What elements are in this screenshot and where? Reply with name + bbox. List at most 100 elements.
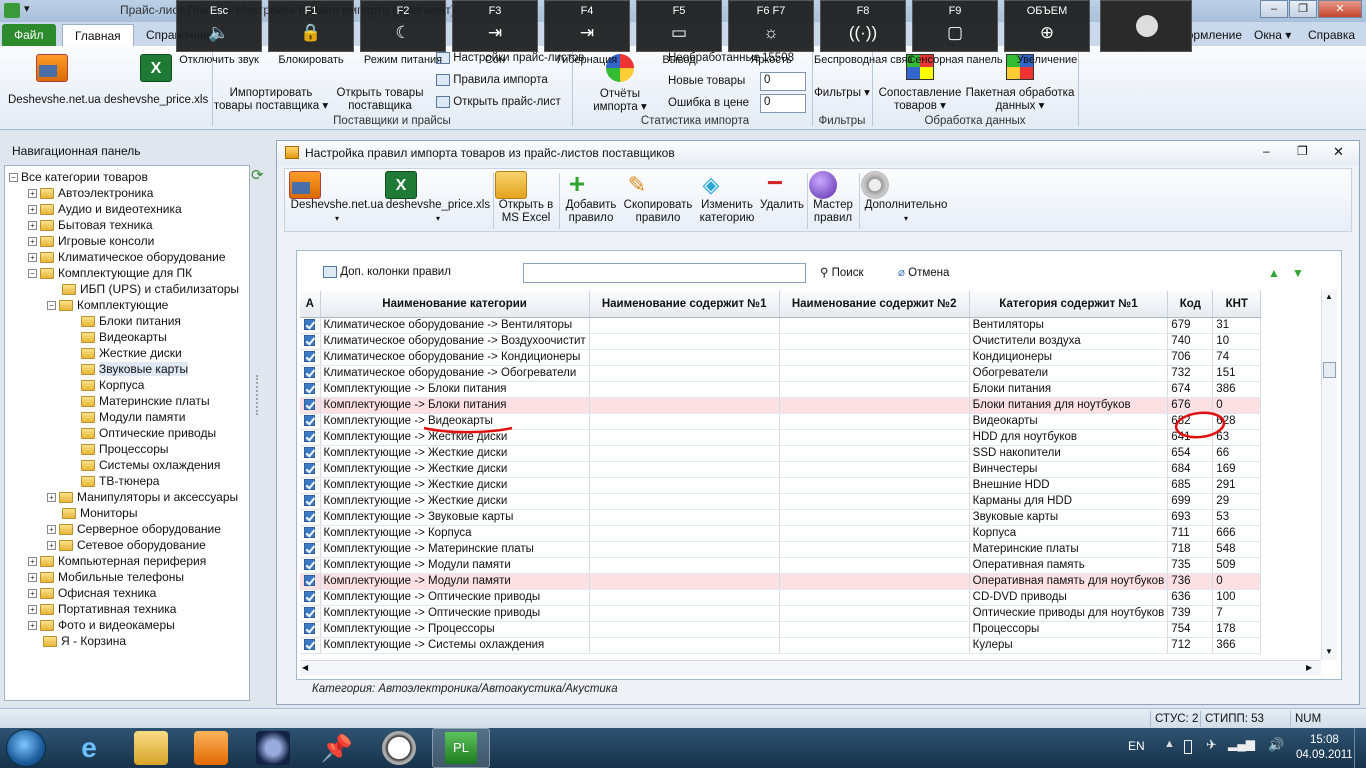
table-row[interactable]: Комплектующие -> Блоки питания Блоки пита… <box>300 381 1262 398</box>
move-up-icon[interactable]: ▲ <box>1268 266 1280 280</box>
scroll-left-icon[interactable]: ◀ <box>302 663 308 672</box>
table-row[interactable]: Комплектующие -> Звуковые карты Звуковые … <box>300 509 1262 526</box>
user-app-icon[interactable] <box>256 731 290 765</box>
column-header[interactable]: Наименование содержит №1 <box>589 291 780 318</box>
cell-name[interactable]: Комплектующие -> Блоки питания <box>320 381 590 398</box>
tree-node[interactable]: Видеокарты <box>66 329 167 345</box>
active-checkbox[interactable] <box>304 606 316 618</box>
taskbar-clock[interactable]: 15:08 04.09.2011 <box>1296 733 1353 763</box>
fkey-speaker[interactable]: Esc 🔈 <box>176 0 262 52</box>
cell-code[interactable]: 684 <box>1167 461 1214 478</box>
tray-arrow-icon[interactable]: ▲ <box>1164 738 1175 750</box>
cell-cat[interactable]: Оперативная память для ноутбуков <box>969 573 1169 590</box>
cell-name[interactable]: Комплектующие -> Жесткие диски <box>320 461 590 478</box>
tree-node[interactable]: + Автоэлектроника <box>28 185 153 201</box>
open-in-excel-button[interactable]: Открыть в MS Excel <box>495 171 557 225</box>
delete-button[interactable]: − Удалить <box>759 169 805 212</box>
cell-name[interactable]: Климатическое оборудование -> Воздухоочи… <box>320 333 590 350</box>
cell-code[interactable]: 740 <box>1167 333 1214 350</box>
tree-node[interactable]: + Аудио и видеотехника <box>28 201 182 217</box>
cell-n1[interactable] <box>589 445 780 462</box>
cell-cat[interactable]: Оптические приводы для ноутбуков <box>969 605 1169 622</box>
cell-n1[interactable] <box>589 589 780 606</box>
tree-node[interactable]: Мониторы <box>47 505 137 521</box>
active-checkbox[interactable] <box>304 318 316 330</box>
active-checkbox[interactable] <box>304 558 316 570</box>
cell-cat[interactable]: Оперативная память <box>969 557 1169 574</box>
filters-button[interactable]: Фильтры ▾ <box>814 87 870 100</box>
tree-node[interactable]: + Офисная техника <box>28 585 156 601</box>
search-input[interactable] <box>523 263 806 283</box>
cell-n1[interactable] <box>589 397 780 414</box>
expand-icon[interactable]: + <box>28 205 37 215</box>
expand-icon[interactable]: + <box>28 253 37 263</box>
active-checkbox[interactable] <box>304 462 316 474</box>
cell-cat[interactable]: Материнские платы <box>969 541 1169 558</box>
cell-n1[interactable] <box>589 477 780 494</box>
cell-name[interactable]: Комплектующие -> Жесткие диски <box>320 477 590 494</box>
quick-access-dropdown-icon[interactable]: ▾ <box>24 2 38 18</box>
column-header[interactable]: Категория содержит №1 <box>969 291 1169 318</box>
cell-name[interactable]: Комплектующие -> Модули памяти <box>320 557 590 574</box>
cell-cat[interactable]: Карманы для HDD <box>969 493 1169 510</box>
cell-cat[interactable]: Кондиционеры <box>969 349 1169 366</box>
cell-code[interactable]: 736 <box>1167 573 1214 590</box>
cell-code[interactable]: 735 <box>1167 557 1214 574</box>
splitter-handle[interactable] <box>256 375 264 415</box>
cell-name[interactable]: Комплектующие -> Оптические приводы <box>320 605 590 622</box>
table-row[interactable]: Комплектующие -> Системы охлаждения Кулер… <box>300 637 1262 654</box>
network-icon[interactable]: ✈ <box>1206 737 1217 753</box>
active-checkbox[interactable] <box>304 638 316 650</box>
cell-code[interactable]: 654 <box>1167 445 1214 462</box>
active-checkbox[interactable] <box>304 366 316 378</box>
tree-node[interactable]: + Фото и видеокамеры <box>28 617 175 633</box>
active-checkbox[interactable] <box>304 430 316 442</box>
column-header[interactable]: Код <box>1167 291 1214 318</box>
cell-name[interactable]: Комплектующие -> Материнские платы <box>320 541 590 558</box>
cell-n2[interactable] <box>779 637 970 654</box>
cell-cat[interactable]: Винчестеры <box>969 461 1169 478</box>
cell-n2[interactable] <box>779 605 970 622</box>
table-row[interactable]: Климатическое оборудование -> Воздухоочи… <box>300 333 1262 350</box>
scroll-thumb[interactable] <box>1323 362 1336 378</box>
scroll-right-icon[interactable]: ▶ <box>1306 663 1312 672</box>
cell-n2[interactable] <box>779 461 970 478</box>
table-row[interactable]: Климатическое оборудование -> Обогревате… <box>300 365 1262 382</box>
menu-windows[interactable]: Окна ▾ <box>1250 24 1295 46</box>
cell-cat[interactable]: Блоки питания <box>969 381 1169 398</box>
cell-name[interactable]: Климатическое оборудование -> Обогревате… <box>320 365 590 382</box>
cell-n2[interactable] <box>779 557 970 574</box>
cell-code[interactable]: 679 <box>1167 317 1214 334</box>
cell-knt[interactable]: 548 <box>1212 541 1262 558</box>
table-row[interactable]: Комплектующие -> Материнские платы Матери… <box>300 541 1262 558</box>
tree-node[interactable]: + Портативная техника <box>28 601 176 617</box>
cell-name[interactable]: Комплектующие -> Звуковые карты <box>320 509 590 526</box>
open-pricelist-button[interactable]: Открыть прайс-лист <box>436 96 561 108</box>
cell-name[interactable]: Комплектующие -> Оптические приводы <box>320 589 590 606</box>
cell-n1[interactable] <box>589 573 780 590</box>
cell-knt[interactable]: 0 <box>1212 573 1262 590</box>
fkey-brightness[interactable]: F6 F7 ☼ <box>728 0 814 52</box>
cancel-search-button[interactable]: ⌀ Отмена <box>898 265 949 279</box>
add-rule-button[interactable]: + Добавить правило <box>561 170 621 225</box>
child-restore-button[interactable]: ❐ <box>1297 144 1308 158</box>
expand-icon[interactable]: + <box>47 525 56 535</box>
open-products-button[interactable]: Открыть товары поставщика <box>330 87 430 113</box>
collapse-icon[interactable]: − <box>28 269 37 279</box>
cell-n1[interactable] <box>589 333 780 350</box>
cell-code[interactable]: 699 <box>1167 493 1214 510</box>
cell-code[interactable]: 732 <box>1167 365 1214 382</box>
tree-node[interactable]: Жесткие диски <box>66 345 182 361</box>
copy-rule-button[interactable]: ✎ Скопировать правило <box>621 171 695 225</box>
user-switch-button[interactable] <box>1100 0 1192 52</box>
tree-node[interactable]: − Все категории товаров <box>9 169 148 185</box>
extra-columns-button[interactable]: Доп. колонки правил <box>323 266 451 278</box>
cell-n1[interactable] <box>589 429 780 446</box>
cell-knt[interactable]: 7 <box>1212 605 1262 622</box>
cell-n2[interactable] <box>779 525 970 542</box>
fkey-hibernate[interactable]: F4 ⇥ <box>544 0 630 52</box>
cell-n2[interactable] <box>779 317 970 334</box>
active-checkbox[interactable] <box>304 510 316 522</box>
pushpin-icon[interactable]: 📌 <box>320 731 354 765</box>
cell-n1[interactable] <box>589 541 780 558</box>
